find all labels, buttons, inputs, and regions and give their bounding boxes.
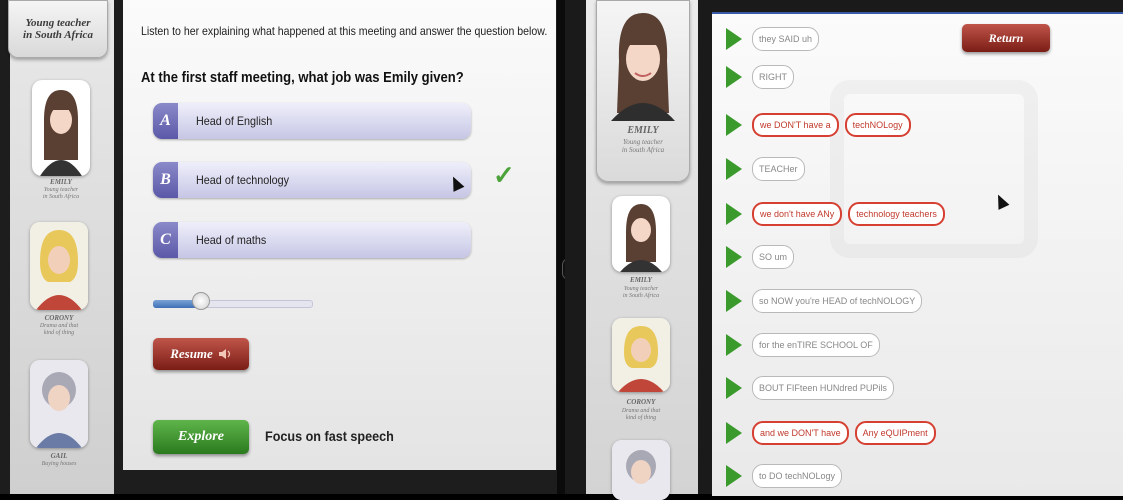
option-b-letter: B — [153, 162, 178, 198]
transcript-row: and we DON'T have Any eQUIPment — [726, 421, 936, 445]
play-icon[interactable] — [726, 203, 742, 225]
emily-small-portrait[interactable] — [612, 196, 670, 272]
left-activity-window: Young teacher in South Africa EMILY Youn… — [0, 0, 557, 494]
corony-small-avatar-icon — [612, 318, 670, 392]
emily-large-avatar-icon — [611, 13, 675, 121]
emily-avatar-icon — [40, 90, 82, 176]
brand-line-1: Young teacher — [25, 17, 91, 29]
option-b-text: Head of technology — [196, 173, 290, 187]
question-panel: Listen to her explaining what happened a… — [123, 0, 556, 470]
emily-profile-card[interactable]: EMILY Young teacher in South Africa — [596, 0, 690, 182]
gail-desc-1: Buying houses — [41, 461, 77, 467]
transcript-chunk[interactable]: so NOW you're HEAD of techNOLOGY — [752, 289, 923, 313]
gail-small-avatar-icon — [612, 440, 670, 500]
gail-name: GAIL — [50, 452, 68, 460]
gail-portrait[interactable] — [30, 360, 88, 448]
transcript-chunk[interactable]: to DO techNOLogy — [752, 464, 843, 488]
card-name: EMILY — [627, 125, 659, 136]
corony-small-desc-1: Drama and that — [621, 408, 661, 414]
option-a-letter: A — [153, 103, 178, 139]
gail-small-portrait[interactable] — [612, 440, 670, 500]
play-icon[interactable] — [726, 158, 742, 180]
option-b[interactable]: B Head of technology — [153, 162, 471, 198]
resume-button[interactable]: Resume — [153, 338, 249, 370]
play-icon[interactable] — [726, 334, 742, 356]
emily-small-desc-1: Young teacher — [623, 286, 659, 292]
speaker-icon — [218, 349, 230, 359]
transcript-row: to DO techNOLogy — [726, 464, 843, 488]
speech-bubble-watermark-icon — [830, 80, 1038, 258]
return-button[interactable]: Return — [962, 24, 1050, 52]
play-icon[interactable] — [726, 290, 742, 312]
transcript-chunk[interactable]: for the enTIRE SCHOOL OF — [752, 333, 880, 357]
option-c-text: Head of maths — [196, 233, 267, 247]
transcript-chunk-highlighted[interactable]: technology teachers — [848, 202, 945, 226]
transcript-row: RIGHT — [726, 65, 794, 89]
emily-small-desc-2: in South Africa — [622, 293, 660, 299]
transcript-chunk[interactable]: RIGHT — [752, 65, 794, 89]
transcript-row: TEACHer — [726, 157, 805, 181]
return-label: Return — [988, 30, 1024, 45]
emily-desc-1: Young teacher — [43, 187, 79, 193]
emily-small-avatar-icon — [620, 204, 662, 272]
explore-button[interactable]: Explore — [153, 420, 249, 454]
transcript-row: for the enTIRE SCHOOL OF — [726, 333, 880, 357]
brand-card: Young teacher in South Africa — [8, 0, 108, 58]
emily-name: EMILY — [50, 178, 72, 186]
corony-small-name: CORONY — [626, 398, 656, 406]
transcript-row: so NOW you're HEAD of techNOLOGY — [726, 289, 923, 313]
play-icon[interactable] — [726, 377, 742, 399]
play-icon[interactable] — [726, 28, 742, 50]
transcript-chunk-highlighted[interactable]: we DON'T have a — [752, 113, 839, 137]
option-c-letter: C — [153, 222, 178, 258]
transcript-chunk-highlighted[interactable]: we don't have ANy — [752, 202, 843, 226]
gail-avatar-icon — [30, 360, 88, 448]
emily-small-name: EMILY — [630, 276, 652, 284]
transcript-chunk[interactable]: TEACHer — [752, 157, 805, 181]
transcript-chunk[interactable]: SO um — [752, 245, 795, 269]
option-c[interactable]: C Head of maths — [153, 222, 471, 258]
transcript-chunk[interactable]: BOUT FIFteen HUNdred PUPils — [752, 376, 894, 400]
corony-portrait[interactable] — [30, 222, 88, 310]
corony-desc-1: Drama and that — [39, 323, 79, 329]
play-icon[interactable] — [726, 246, 742, 268]
corony-name: CORONY — [44, 314, 74, 322]
corony-small-portrait[interactable] — [612, 318, 670, 392]
option-a-text: Head of English — [196, 114, 273, 128]
play-icon[interactable] — [726, 114, 742, 136]
correct-check-icon: ✓ — [493, 160, 515, 190]
brand-line-2: in South Africa — [23, 29, 93, 41]
transcript-chunk-highlighted[interactable]: Any eQUIPment — [854, 421, 936, 445]
window-divider — [557, 0, 565, 494]
emily-desc-2: in South Africa — [42, 194, 80, 200]
transcript-row: we DON'T have a techNOLogy — [726, 113, 911, 137]
transcript-row: they SAID uh — [726, 27, 820, 51]
transcript-row: SO um — [726, 245, 795, 269]
option-a[interactable]: A Head of English — [153, 103, 471, 139]
emily-portrait[interactable] — [32, 80, 90, 176]
corony-avatar-icon — [30, 222, 88, 310]
instruction-text: Listen to her explaining what happened a… — [141, 24, 548, 38]
play-icon[interactable] — [726, 66, 742, 88]
transcript-row: BOUT FIFteen HUNdred PUPils — [726, 376, 894, 400]
corony-desc-2: kind of thing — [43, 330, 75, 336]
explore-label: Explore — [178, 429, 224, 444]
resume-label: Resume — [170, 346, 213, 361]
corony-small-desc-2: kind of thing — [625, 415, 657, 421]
play-icon[interactable] — [726, 422, 742, 444]
transcript-chunk[interactable]: they SAID uh — [752, 27, 820, 51]
transcript-chunk-highlighted[interactable]: techNOLogy — [844, 113, 911, 137]
card-desc-2: in South Africa — [621, 146, 665, 154]
transcript-chunk-highlighted[interactable]: and we DON'T have — [752, 421, 849, 445]
transcript-row: we don't have ANy technology teachers — [726, 202, 945, 226]
play-icon[interactable] — [726, 465, 742, 487]
focus-text: Focus on fast speech — [265, 428, 394, 444]
question-text: At the first staff meeting, what job was… — [141, 70, 464, 86]
